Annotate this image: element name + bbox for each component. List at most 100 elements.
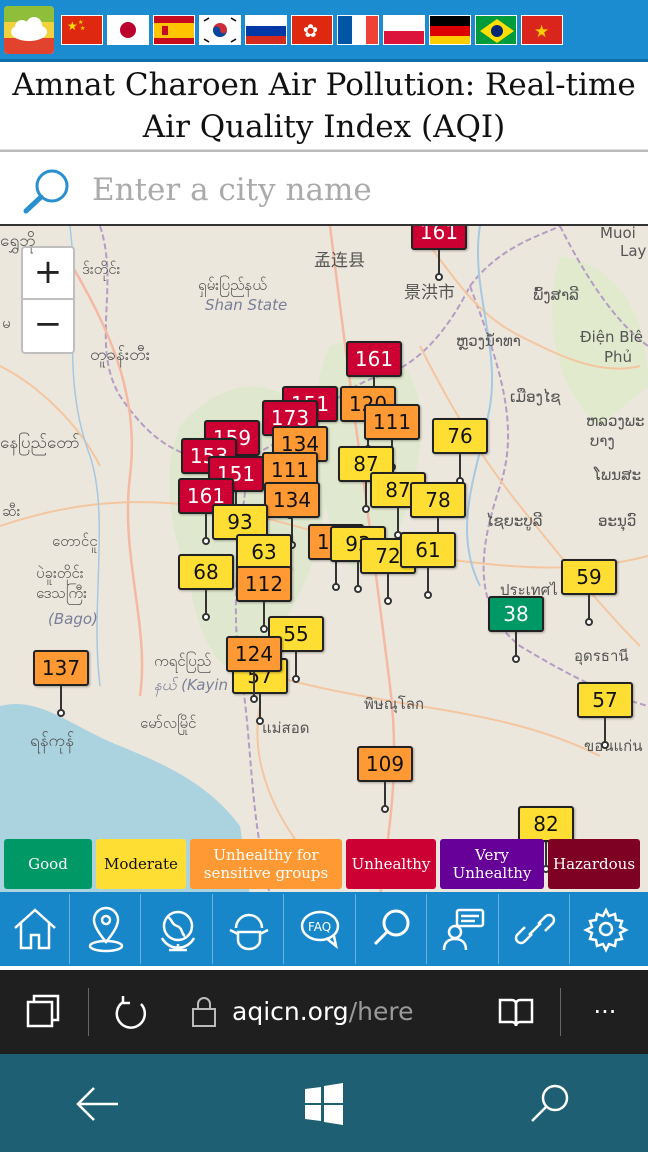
map-label: Lay bbox=[620, 242, 647, 260]
refresh-icon[interactable] bbox=[106, 988, 156, 1036]
feedback-icon[interactable] bbox=[429, 894, 499, 964]
aqi-value: 111 bbox=[364, 404, 420, 440]
svg-text:★: ★ bbox=[534, 22, 549, 42]
map-label: 孟连县 bbox=[314, 251, 365, 271]
reading-view-icon[interactable] bbox=[492, 988, 540, 1036]
map-label: ขอนแก่น bbox=[584, 737, 643, 755]
windows-navigation-bar bbox=[0, 1054, 648, 1152]
map-label: တောင်ငူ bbox=[52, 532, 98, 550]
legend-hazardous: Hazardous bbox=[548, 839, 640, 889]
map-label: 景洪市 bbox=[404, 283, 455, 303]
map-label: พิษณุโลก bbox=[364, 695, 425, 713]
aqi-value: 134 bbox=[264, 482, 320, 518]
vietnam-flag[interactable]: ★ bbox=[521, 15, 563, 45]
map-label: ဒေသကြီး bbox=[36, 584, 87, 602]
more-menu-button[interactable]: ··· bbox=[580, 988, 630, 1036]
zoom-out-button[interactable]: − bbox=[21, 300, 75, 354]
globe-icon[interactable] bbox=[143, 894, 213, 964]
aqi-value: 109 bbox=[357, 746, 413, 782]
map-label: ບາງ bbox=[590, 432, 615, 450]
map-label: ဆီး bbox=[2, 502, 21, 520]
search-icon[interactable] bbox=[20, 164, 76, 216]
map-label: ໂພນສະ bbox=[594, 466, 642, 484]
mask-icon[interactable] bbox=[214, 894, 284, 964]
france-flag[interactable] bbox=[337, 15, 379, 45]
map-label: ພົ້ງສາລີ bbox=[533, 286, 579, 304]
aqi-value: 68 bbox=[178, 554, 234, 590]
address-bar[interactable]: aqicn.org/here bbox=[232, 994, 413, 1030]
bottom-navigation: FAQ bbox=[0, 892, 648, 966]
map-pin-icon[interactable] bbox=[71, 894, 141, 964]
legend-moderate: Moderate bbox=[96, 839, 186, 889]
city-search-input[interactable] bbox=[92, 166, 632, 214]
aqi-value: 38 bbox=[488, 596, 544, 632]
china-flag[interactable]: ★ ★ ★ bbox=[61, 15, 103, 45]
map-background bbox=[0, 226, 648, 896]
aqi-value: 76 bbox=[432, 418, 488, 454]
map-label: ရွှေဘို bbox=[0, 231, 36, 251]
svg-text:✿: ✿ bbox=[303, 21, 318, 42]
url-path: /here bbox=[348, 997, 414, 1026]
aqi-map[interactable]: + − ရွှေဘို ဒ်းတိုင်း 孟连县 ရှမ်းပြည်နယ် S… bbox=[0, 226, 648, 896]
map-label: Muoi bbox=[600, 226, 636, 242]
aqi-legend: Good Moderate Unhealthy for sensitive gr… bbox=[0, 836, 648, 892]
aqi-value: 161 bbox=[346, 341, 402, 377]
hongkong-flag[interactable]: ✿ bbox=[291, 15, 333, 45]
svg-text:★: ★ bbox=[80, 25, 85, 32]
browser-toolbar: aqicn.org/here ··· bbox=[0, 970, 648, 1054]
map-label: ຫລວງພະ bbox=[586, 412, 645, 430]
gear-icon[interactable] bbox=[571, 894, 641, 964]
svg-text:FAQ: FAQ bbox=[308, 920, 331, 934]
poland-flag[interactable] bbox=[383, 15, 425, 45]
back-icon[interactable] bbox=[70, 1076, 126, 1132]
lock-icon bbox=[186, 988, 222, 1036]
aqi-value: 137 bbox=[33, 650, 89, 686]
map-label: (Bago) bbox=[48, 610, 98, 628]
map-label: ອະນຸວົ bbox=[598, 512, 637, 530]
map-label: ເມືອງໄຊ bbox=[510, 388, 561, 406]
aqi-value: 78 bbox=[410, 482, 466, 518]
link-icon[interactable] bbox=[500, 894, 570, 964]
map-label: မ bbox=[2, 314, 11, 332]
map-label: ຫຼວງນ້ຳທາ bbox=[456, 332, 521, 350]
search-icon[interactable] bbox=[522, 1076, 578, 1132]
map-label: တူခန်းတီး bbox=[90, 345, 151, 365]
aqi-value: 59 bbox=[561, 559, 617, 595]
map-label: မော်လမြိုင် bbox=[140, 714, 197, 732]
search-bar bbox=[0, 150, 648, 226]
search-icon[interactable] bbox=[357, 894, 427, 964]
russia-flag[interactable] bbox=[245, 15, 287, 45]
map-label: ໄຊຍະບູລີ bbox=[486, 512, 543, 530]
map-label: နေပြည်တော် bbox=[0, 433, 80, 453]
map-label: ရန်ကုန် bbox=[30, 731, 74, 751]
germany-flag[interactable] bbox=[429, 15, 471, 45]
map-label: อุดรธานี bbox=[574, 647, 629, 665]
map-label: ဒ်းတိုင်း bbox=[82, 260, 121, 278]
svg-text:★: ★ bbox=[67, 19, 78, 33]
legend-unhealthy-sensitive: Unhealthy for sensitive groups bbox=[190, 839, 342, 889]
map-label: ကရင်ပြည် bbox=[154, 652, 212, 670]
map-label: Phủ bbox=[604, 348, 633, 366]
url-host: aqicn.org bbox=[232, 997, 349, 1026]
aqi-value: 161 bbox=[411, 226, 467, 250]
page-title: Amnat Charoen Air Pollution: Real-time A… bbox=[0, 62, 648, 150]
aqi-value: 57 bbox=[577, 682, 633, 718]
legend-good: Good bbox=[4, 839, 92, 889]
faq-icon[interactable]: FAQ bbox=[286, 894, 356, 964]
legend-unhealthy: Unhealthy bbox=[346, 839, 436, 889]
legend-very-unhealthy: Very Unhealthy bbox=[440, 839, 544, 889]
map-label: နယ် (Kayin bbox=[154, 676, 228, 694]
aqi-value: 112 bbox=[236, 566, 292, 602]
home-icon[interactable] bbox=[0, 894, 70, 964]
map-label: แม่สอด bbox=[262, 719, 310, 737]
tabs-icon[interactable] bbox=[20, 988, 68, 1036]
japan-flag[interactable] bbox=[107, 15, 149, 45]
aqi-value: 61 bbox=[400, 532, 456, 568]
aqi-value: 63 bbox=[236, 534, 292, 570]
home-logo-flag[interactable] bbox=[4, 6, 54, 54]
korea-flag[interactable] bbox=[199, 15, 241, 45]
map-label: ပဲခူးတိုင်း bbox=[36, 564, 84, 582]
windows-logo-icon[interactable] bbox=[296, 1076, 352, 1132]
spain-flag[interactable] bbox=[153, 15, 195, 45]
brazil-flag[interactable] bbox=[475, 15, 517, 45]
